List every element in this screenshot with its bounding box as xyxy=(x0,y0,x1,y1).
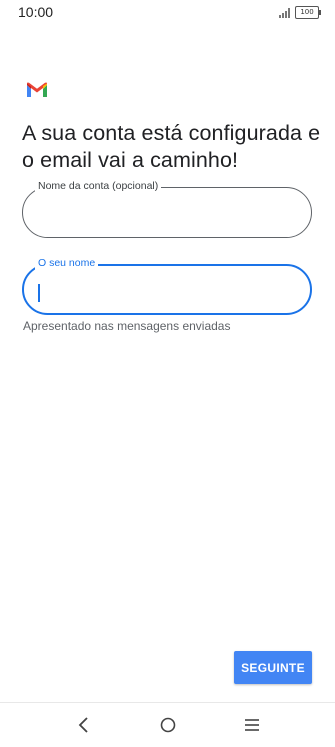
account-name-input[interactable] xyxy=(39,202,293,224)
your-name-input[interactable] xyxy=(40,280,294,302)
your-name-field[interactable]: O seu nome xyxy=(22,257,312,315)
menu-icon[interactable] xyxy=(242,715,262,735)
status-bar: 10:00 100 xyxy=(0,0,335,26)
your-name-helper-text: Apresentado nas mensagens enviadas xyxy=(23,319,231,333)
gmail-logo-icon xyxy=(27,82,47,97)
your-name-label: O seu nome xyxy=(35,257,99,270)
status-icons: 100 xyxy=(279,6,321,19)
battery-icon: 100 xyxy=(295,6,321,19)
account-name-field[interactable]: Nome da conta (opcional) xyxy=(22,180,312,238)
status-time: 10:00 xyxy=(18,4,54,20)
back-icon[interactable] xyxy=(74,715,94,735)
navigation-bar xyxy=(0,702,335,747)
signal-icon xyxy=(279,7,290,18)
home-icon[interactable] xyxy=(158,715,178,735)
account-name-label: Nome da conta (opcional) xyxy=(35,180,162,193)
next-button[interactable]: SEGUINTE xyxy=(234,651,312,684)
page-title: A sua conta está configurada e o email v… xyxy=(22,121,321,172)
